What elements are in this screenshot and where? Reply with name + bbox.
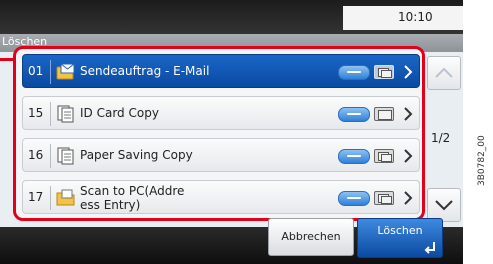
folder-scan-icon [56,189,75,206]
callout-line [0,58,14,91]
row-label: Sendeauftrag - E-Mail [80,64,210,78]
detail-toggle-icon[interactable] [338,191,370,206]
row-divider [50,60,51,84]
row-label: ID Card Copy [80,106,159,120]
list-row-15[interactable]: 15 ID Card Copy [22,96,420,130]
page-indicator: 1/2 [431,131,451,145]
program-list: 01 Sendeauftrag - E-Mail 15 ID Card Copy [13,46,425,221]
enter-icon [424,242,435,254]
row-divider [50,144,51,168]
copy-documents-icon [57,105,74,123]
delete-button[interactable]: Löschen [357,218,443,258]
envelope-folder-icon [56,63,75,80]
duplex-icon [374,191,394,205]
list-row-01[interactable]: 01 Sendeauftrag - E-Mail [22,54,420,88]
duplex-icon [374,149,394,163]
row-divider [50,102,51,126]
row-number: 17 [28,190,44,204]
list-row-17[interactable]: 17 Scan to PC(Addre ess Entry) [22,180,420,214]
chevron-right-icon[interactable] [400,64,416,80]
clock: 10:10 [398,10,433,24]
row-number: 15 [28,106,44,120]
scroll-down-button[interactable] [427,188,461,222]
chevron-down-icon [435,200,453,211]
single-page-icon [374,107,394,121]
image-id: 3B0782_00 [477,135,487,186]
row-label: Scan to PC(Addre ess Entry) [80,184,185,212]
detail-toggle-icon[interactable] [338,107,370,122]
scroll-up-button[interactable] [427,56,461,90]
row-number: 01 [28,64,44,78]
chevron-right-icon[interactable] [400,106,416,122]
chevron-right-icon[interactable] [400,148,416,164]
chevron-up-icon [435,67,453,78]
duplex-icon [374,65,394,79]
row-number: 16 [28,148,44,162]
list-row-16[interactable]: 16 Paper Saving Copy [22,138,420,172]
pager: 1/2 [425,52,463,227]
detail-toggle-icon[interactable] [338,149,370,164]
delete-button-label: Löschen [377,224,423,237]
copy-documents-icon [57,147,74,165]
detail-toggle-icon[interactable] [338,65,370,80]
top-status-bar: 10:10 [0,0,463,34]
row-divider [50,186,51,210]
row-label: Paper Saving Copy [80,148,193,162]
cancel-button[interactable]: Abbrechen [268,218,354,256]
chevron-right-icon[interactable] [400,190,416,206]
